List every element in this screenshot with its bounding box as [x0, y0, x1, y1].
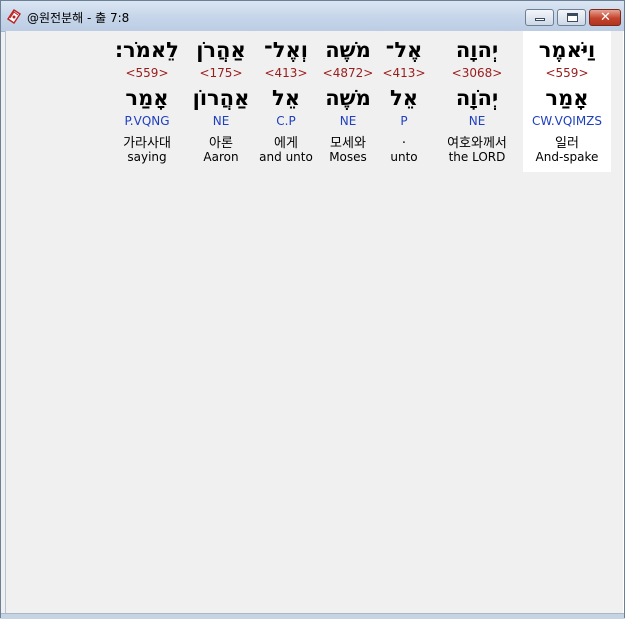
korean-gloss: 모세와 [330, 136, 366, 151]
window-title: @원전분해 - 출 7:8 [27, 11, 130, 25]
lemma-text: אַהֲרוֹן [192, 86, 250, 110]
english-gloss: saying [127, 150, 167, 164]
strong-number: <559> [545, 66, 589, 80]
strong-number: <413> [264, 66, 308, 80]
korean-gloss: 일러 [555, 136, 579, 151]
lemma-text: מֹשֶׁה [325, 86, 371, 110]
lemma-text: אָמַר [545, 86, 589, 110]
interlinear-word[interactable]: לֵאמֹר׃ <559> אָמַר P.VQNG 가라사대 saying [104, 31, 190, 172]
minimize-icon [535, 18, 545, 21]
close-icon: ✕ [600, 10, 611, 25]
window-bottom-border [1, 613, 624, 619]
english-gloss: Moses [329, 150, 367, 164]
minimize-button[interactable] [525, 9, 554, 26]
title-bar[interactable]: @원전분해 - 출 7:8 ✕ [1, 1, 624, 32]
korean-gloss: 가라사대 [123, 136, 171, 151]
morphology-code: C.P [276, 114, 296, 128]
interlinear-word[interactable]: מֹשֶׁה <4872> מֹשֶׁה NE 모세와 Moses [310, 31, 386, 172]
korean-gloss: 아론 [209, 136, 233, 151]
morphology-code: NE [212, 114, 230, 128]
strong-number: <4872> [322, 66, 374, 80]
strong-number: <559> [125, 66, 169, 80]
strong-number: <175> [199, 66, 243, 80]
hebrew-text: מֹשֶׁה [325, 38, 371, 62]
interlinear-word[interactable]: אַהֲרֹן <175> אַהֲרוֹן NE 아론 Aaron [186, 31, 256, 172]
english-gloss: Aaron [203, 150, 239, 164]
korean-gloss: 여호와께서 [447, 136, 507, 151]
hebrew-text: יְהוָה [455, 38, 499, 62]
lemma-text: יְהֹוָה [455, 86, 499, 110]
app-window: @원전분해 - 출 7:8 ✕ וַיֹּאמֶר <559> אָמַר CW.VQ… [0, 0, 625, 619]
lemma-text: אֵל [272, 86, 300, 110]
morphology-code: NE [468, 114, 486, 128]
morphology-code: P.VQNG [124, 114, 170, 128]
lemma-text: אָמַר [125, 86, 169, 110]
hebrew-text: לֵאמֹר׃ [115, 38, 179, 62]
bible-book-icon [7, 9, 21, 24]
strong-number: <3068> [451, 66, 503, 80]
interlinear-word[interactable]: וְאֶל־ <413> אֵל C.P 에게 and unto [251, 31, 321, 172]
english-gloss: and unto [259, 150, 313, 164]
english-gloss: the LORD [448, 150, 506, 164]
interlinear-panel: וַיֹּאמֶר <559> אָמַר CW.VQIMZS 일러 And-spake י… [5, 31, 624, 613]
hebrew-text: וַיֹּאמֶר [538, 38, 596, 62]
morphology-code: CW.VQIMZS [531, 114, 603, 128]
maximize-icon [567, 13, 578, 22]
hebrew-text: אַהֲרֹן [196, 38, 246, 62]
interlinear-word[interactable]: וַיֹּאמֶר <559> אָמַר CW.VQIMZS 일러 And-spake [523, 31, 611, 172]
maximize-button[interactable] [557, 9, 586, 26]
close-button[interactable]: ✕ [589, 9, 621, 26]
interlinear-word[interactable]: יְהוָה <3068> יְהֹוָה NE 여호와께서 the LORD [432, 31, 522, 172]
morphology-code: NE [339, 114, 357, 128]
korean-gloss: 에게 [274, 136, 298, 151]
hebrew-text: וְאֶל־ [264, 38, 308, 62]
english-gloss: And-spake [535, 150, 599, 164]
